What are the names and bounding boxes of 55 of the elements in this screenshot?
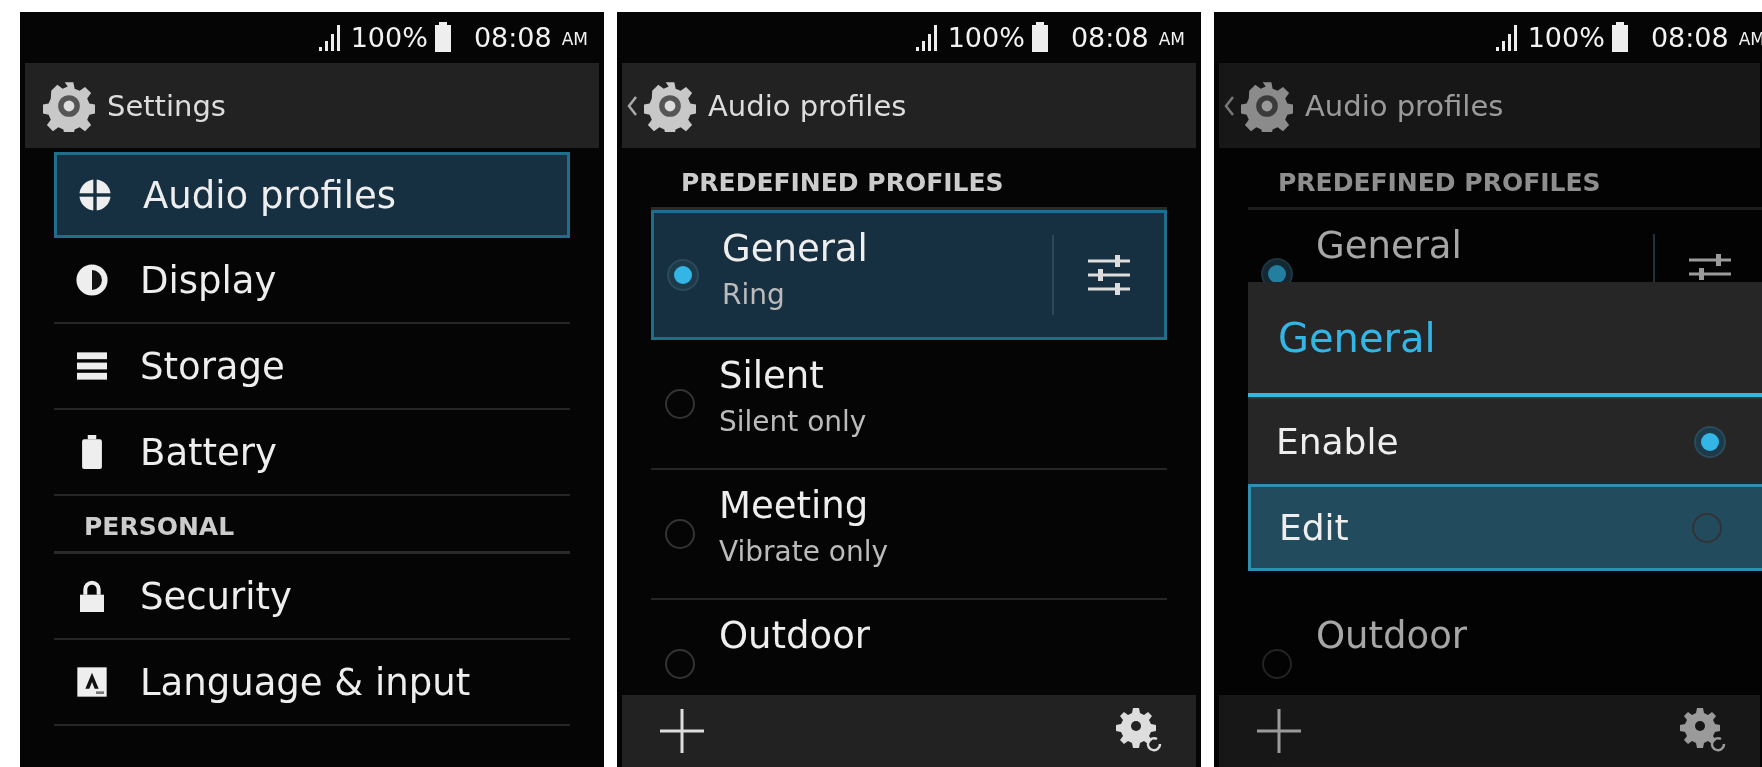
clock-meridiem: AM	[561, 29, 588, 51]
profile-item[interactable]: Meeting Vibrate only	[651, 470, 1167, 600]
settings-item[interactable]: Storage	[54, 324, 570, 410]
profile-title: Meeting	[719, 484, 870, 527]
keyboard-letter-icon	[76, 666, 108, 698]
settings-item[interactable]: Battery	[54, 410, 570, 496]
battery-icon	[1610, 22, 1629, 52]
battery-icon	[1030, 22, 1049, 52]
profile-title: Outdoor	[719, 614, 872, 657]
profile-subtitle: Ring	[722, 278, 786, 311]
radio-button[interactable]	[666, 258, 700, 292]
section-header: PERSONAL	[54, 496, 570, 554]
settings-icon	[644, 79, 696, 132]
profile-title: General	[1316, 224, 1463, 267]
settings-item[interactable]: Security	[54, 554, 570, 640]
profile-item[interactable]: General Ring	[651, 210, 1167, 340]
quartered-circle-icon	[78, 178, 112, 212]
plus-icon[interactable]	[1257, 709, 1301, 753]
battery-icon	[80, 435, 104, 469]
radio-button[interactable]	[663, 517, 697, 551]
radio-button[interactable]	[1260, 647, 1294, 681]
plus-icon[interactable]	[660, 709, 704, 753]
radio-button[interactable]	[663, 387, 697, 421]
radio-button[interactable]	[1690, 510, 1724, 545]
radio-button[interactable]	[663, 647, 697, 681]
dialog-option[interactable]: Edit	[1248, 484, 1762, 571]
clock-time: 08:08	[473, 21, 552, 53]
settings-item[interactable]: Audio profiles	[54, 152, 570, 238]
dialog-title: General	[1248, 282, 1762, 397]
settings-item[interactable]: Display	[54, 238, 570, 324]
storage-icon	[75, 351, 109, 381]
screen-title: Audio profiles	[708, 88, 907, 123]
battery-icon	[433, 22, 452, 52]
profile-title: Silent	[719, 354, 825, 397]
profile-title: Outdoor	[1316, 614, 1469, 657]
clock-meridiem: AM	[1158, 29, 1185, 51]
settings-item[interactable]: Language & input	[54, 640, 570, 726]
brightness-icon	[75, 263, 109, 297]
profile-title: General	[722, 227, 869, 270]
screen-title: Settings	[107, 88, 226, 123]
profile-subtitle: Vibrate only	[719, 535, 890, 568]
settings-icon	[43, 79, 95, 132]
battery-percent: 100%	[1527, 21, 1605, 53]
clock-time: 08:08	[1070, 21, 1149, 53]
section-header: PREDEFINED PROFILES	[1248, 152, 1762, 210]
battery-percent: 100%	[350, 21, 428, 53]
profile-item[interactable]: Silent Silent only	[651, 340, 1167, 470]
settings-icon	[1241, 79, 1293, 132]
clock-time: 08:08	[1650, 21, 1729, 53]
lock-icon	[78, 580, 106, 612]
battery-percent: 100%	[947, 21, 1025, 53]
sliders-icon[interactable]	[1086, 255, 1132, 295]
radio-button[interactable]	[1693, 424, 1727, 459]
profile-subtitle: Silent only	[719, 405, 868, 438]
screen-title: Audio profiles	[1305, 88, 1504, 123]
